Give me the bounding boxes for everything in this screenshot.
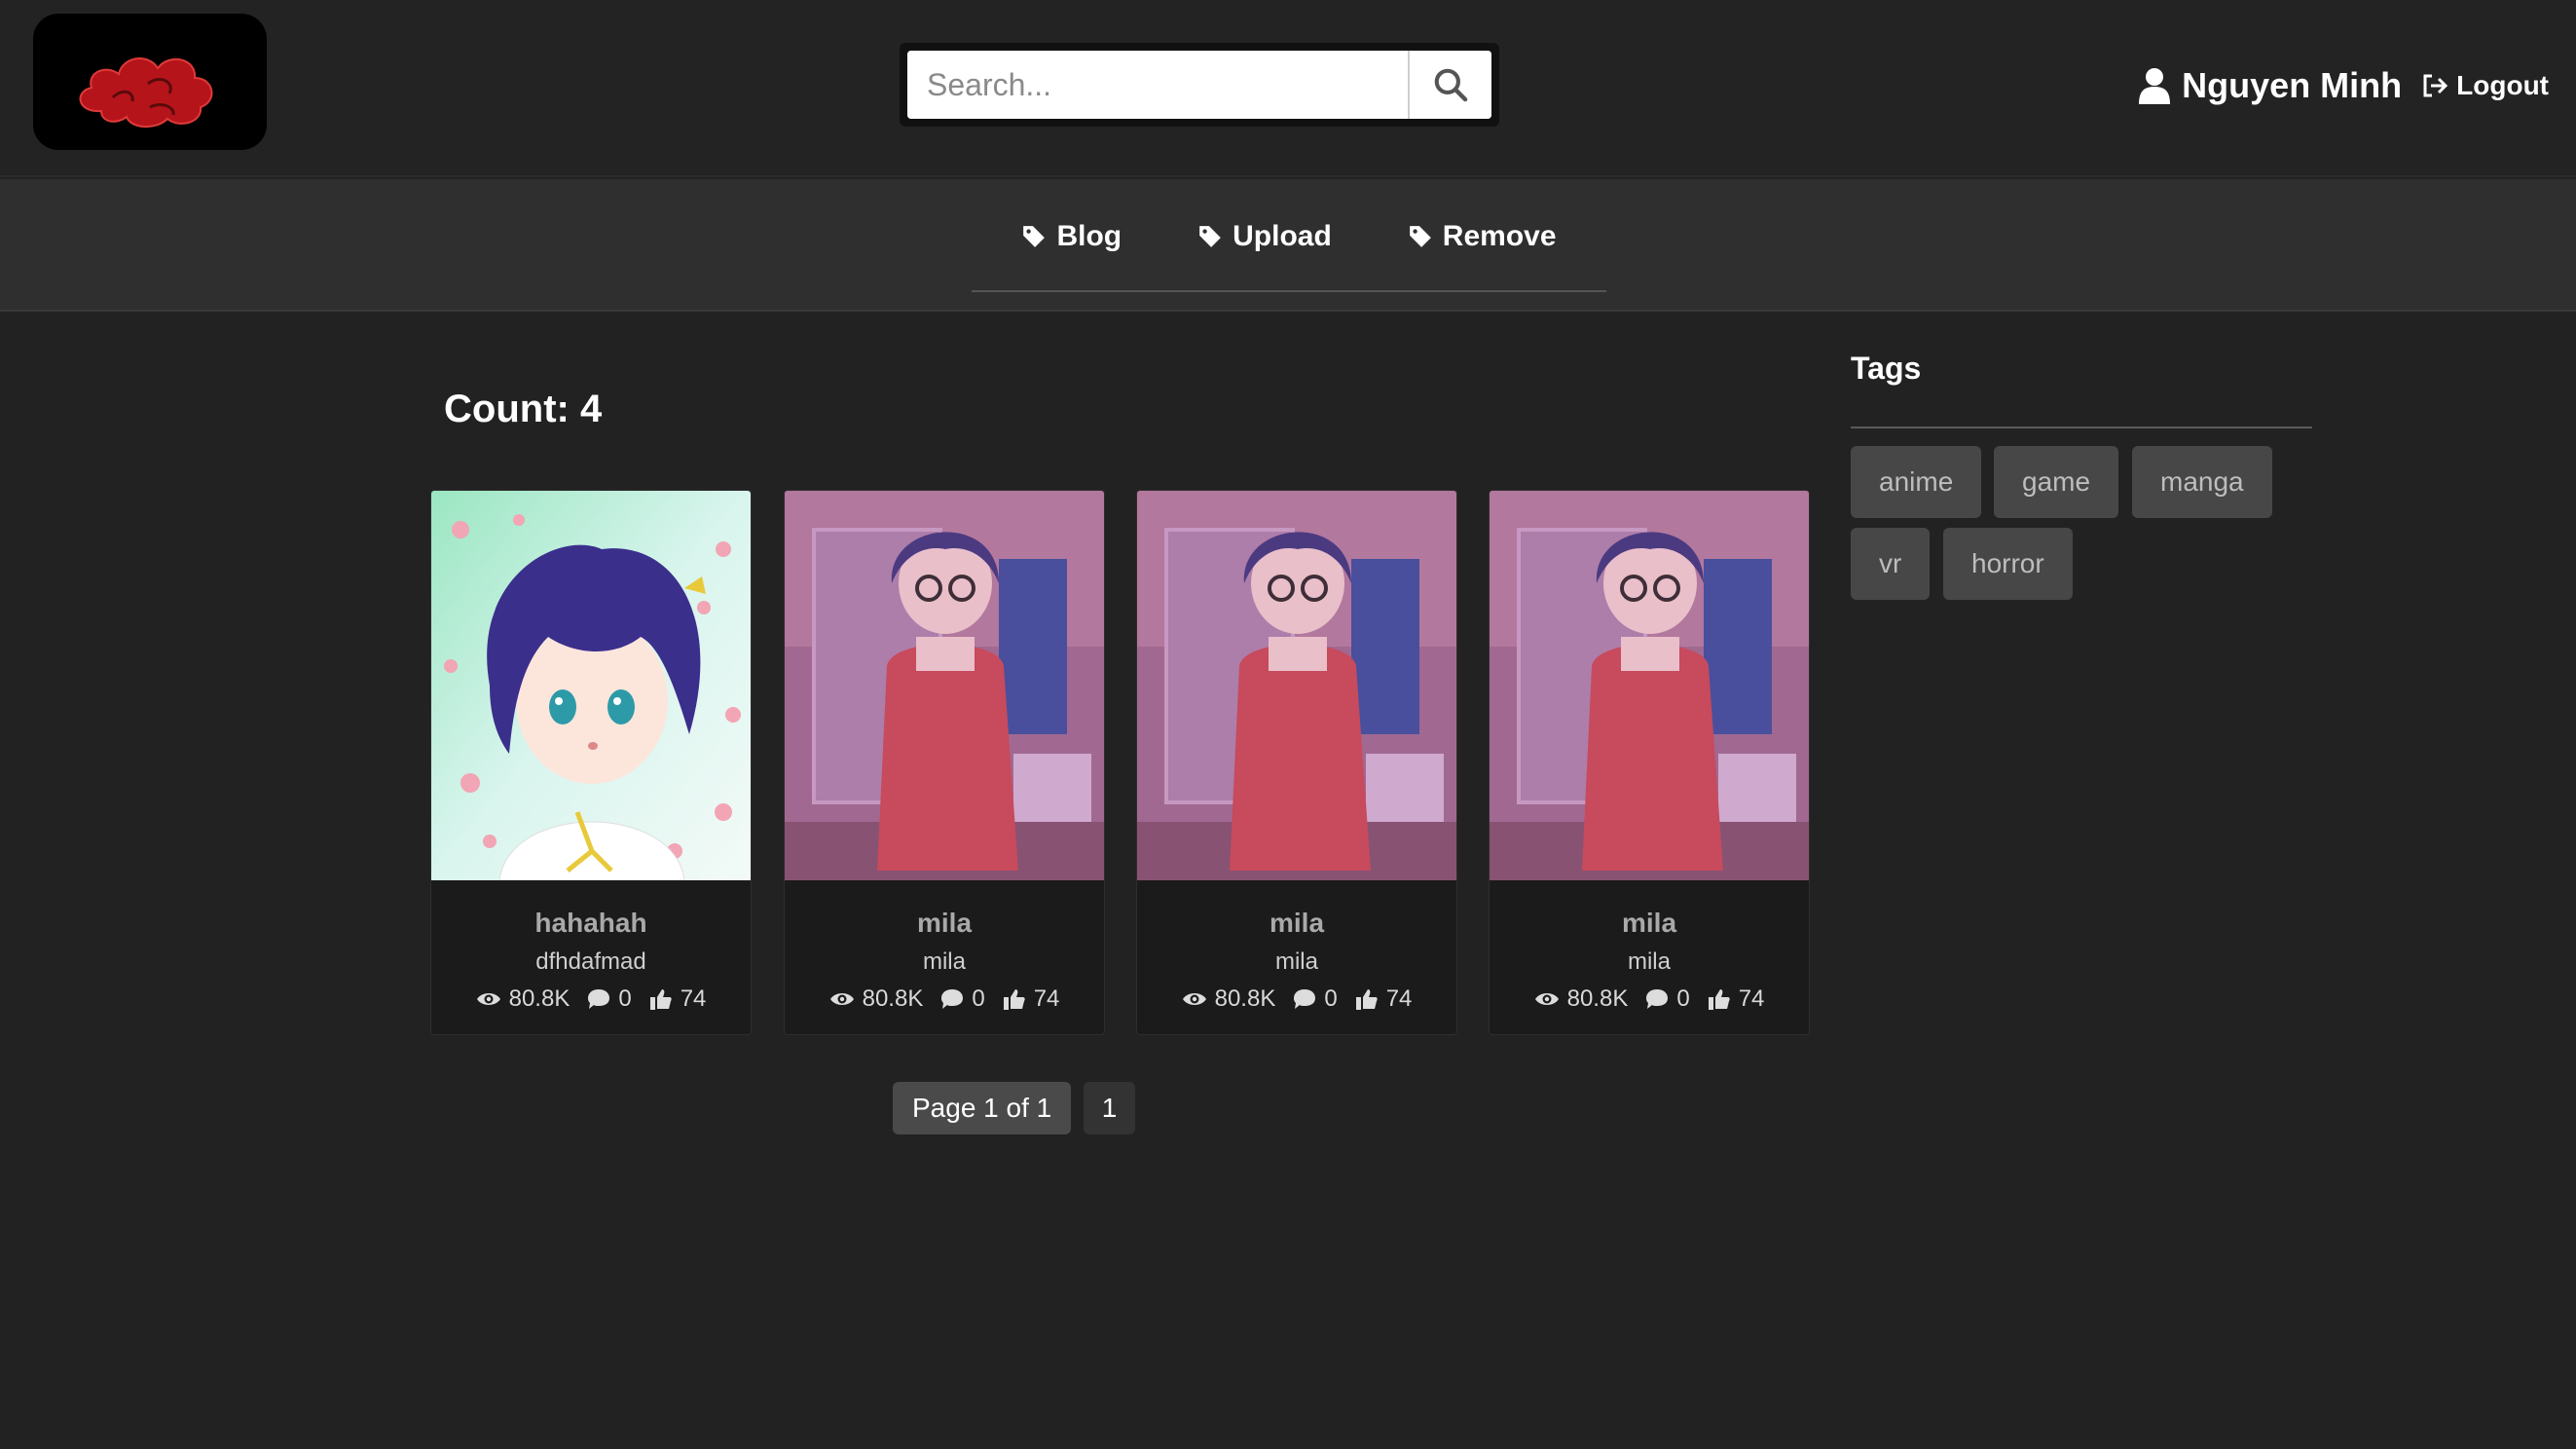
likes-count: 74 (1033, 985, 1060, 1012)
comments-count: 0 (1324, 985, 1338, 1012)
post-card[interactable]: mila mila 80.8K 0 74 (1136, 490, 1457, 1035)
card-body: mila mila 80.8K 0 74 (1137, 880, 1456, 1013)
comment-icon (1646, 989, 1669, 1009)
tag-vr[interactable]: vr (1851, 528, 1931, 600)
eye-icon (1182, 993, 1206, 1005)
divider (1851, 427, 2312, 428)
comment-icon (941, 989, 964, 1009)
eye-icon (476, 993, 500, 1005)
site-logo[interactable] (33, 14, 267, 150)
card-body: hahahah dfhdafmad 80.8K 0 74 (431, 880, 751, 1013)
comments-count: 0 (1676, 985, 1690, 1012)
post-card[interactable]: mila mila 80.8K 0 74 (784, 490, 1105, 1035)
main-nav: Blog Upload Remove (0, 179, 2576, 312)
card-title: hahahah (534, 908, 647, 938)
search-icon (1434, 68, 1468, 102)
nav-item-label: Blog (1056, 220, 1122, 252)
comments-stat: 0 (1645, 985, 1690, 1013)
search-button[interactable] (1408, 51, 1491, 119)
views-count: 80.8K (862, 985, 924, 1012)
post-card[interactable]: hahahah dfhdafmad 80.8K 0 74 (430, 490, 752, 1035)
views-stat: 80.8K (1182, 985, 1276, 1013)
views-stat: 80.8K (829, 985, 924, 1013)
post-thumbnail (431, 491, 751, 880)
post-thumbnail (1137, 491, 1456, 880)
page-number-button[interactable]: 1 (1084, 1082, 1135, 1134)
likes-stat: 74 (1708, 985, 1765, 1013)
thumbs-up-icon (1355, 989, 1378, 1010)
eye-icon (829, 993, 854, 1005)
nav-item-label: Remove (1442, 220, 1557, 252)
card-subtitle: mila (1627, 948, 1671, 975)
tag-anime[interactable]: anime (1851, 446, 1982, 518)
logout-link[interactable]: Logout (2421, 70, 2549, 101)
card-body: mila mila 80.8K 0 74 (1490, 880, 1809, 1013)
search-box (907, 51, 1491, 119)
logout-label: Logout (2456, 70, 2549, 100)
comments-stat: 0 (940, 985, 985, 1013)
tag-game[interactable]: game (1994, 446, 2119, 518)
thumbs-up-icon (649, 989, 672, 1010)
tag-icon (1199, 226, 1221, 247)
page-info: Page 1 of 1 (893, 1082, 1072, 1134)
card-stats: 80.8K 0 74 (1137, 985, 1456, 1013)
likes-stat: 74 (1355, 985, 1413, 1013)
user-profile-link[interactable]: Nguyen Minh (2139, 65, 2402, 106)
likes-stat: 74 (649, 985, 707, 1013)
search-input[interactable] (907, 51, 1408, 119)
post-card[interactable]: mila mila 80.8K 0 74 (1489, 490, 1810, 1035)
likes-count: 74 (680, 985, 707, 1012)
comments-count: 0 (972, 985, 985, 1012)
nav-item-blog[interactable]: Blog (1021, 220, 1122, 253)
comment-icon (1294, 989, 1316, 1009)
views-count: 80.8K (508, 985, 570, 1012)
user-area: Nguyen Minh Logout (2139, 60, 2549, 111)
card-stats: 80.8K 0 74 (1490, 985, 1809, 1013)
card-title: mila (1621, 908, 1677, 938)
user-icon (2139, 68, 2171, 104)
post-thumbnail (785, 491, 1104, 880)
card-title: mila (1269, 908, 1325, 938)
tag-icon (1409, 226, 1431, 247)
card-title: mila (916, 908, 973, 938)
nav-item-label: Upload (1233, 220, 1332, 252)
comment-icon (588, 989, 610, 1009)
card-subtitle: mila (1274, 948, 1318, 975)
tag-horror[interactable]: horror (1943, 528, 2073, 600)
eye-icon (1534, 993, 1559, 1005)
views-stat: 80.8K (1534, 985, 1629, 1013)
post-thumbnail (1490, 491, 1809, 880)
nav-item-upload[interactable]: Upload (1197, 220, 1332, 253)
tags-heading: Tags (1851, 351, 1922, 386)
comments-stat: 0 (1293, 985, 1338, 1013)
views-count: 80.8K (1566, 985, 1629, 1012)
card-stats: 80.8K 0 74 (431, 985, 751, 1013)
card-subtitle: mila (922, 948, 966, 975)
thumbs-up-icon (1003, 989, 1025, 1010)
card-stats: 80.8K 0 74 (785, 985, 1104, 1013)
thumbs-up-icon (1708, 989, 1730, 1010)
tag-icon (1023, 226, 1046, 247)
likes-count: 74 (1738, 985, 1765, 1012)
views-stat: 80.8K (476, 985, 570, 1013)
red-cloud-icon (79, 57, 213, 128)
user-name: Nguyen Minh (2182, 65, 2403, 105)
post-count: Count: 4 (444, 388, 603, 430)
likes-stat: 74 (1003, 985, 1060, 1013)
views-count: 80.8K (1214, 985, 1276, 1012)
sign-out-icon (2423, 74, 2448, 97)
nav-item-remove[interactable]: Remove (1408, 220, 1557, 253)
nav-menu: Blog Upload Remove (972, 179, 1606, 292)
likes-count: 74 (1385, 985, 1413, 1012)
comments-count: 0 (618, 985, 632, 1012)
top-header: Nguyen Minh Logout (0, 0, 2576, 177)
card-subtitle: dfhdafmad (535, 948, 646, 975)
tag-manga[interactable]: manga (2132, 446, 2272, 518)
comments-stat: 0 (587, 985, 632, 1013)
search-bar (900, 43, 1499, 127)
card-body: mila mila 80.8K 0 74 (785, 880, 1104, 1013)
